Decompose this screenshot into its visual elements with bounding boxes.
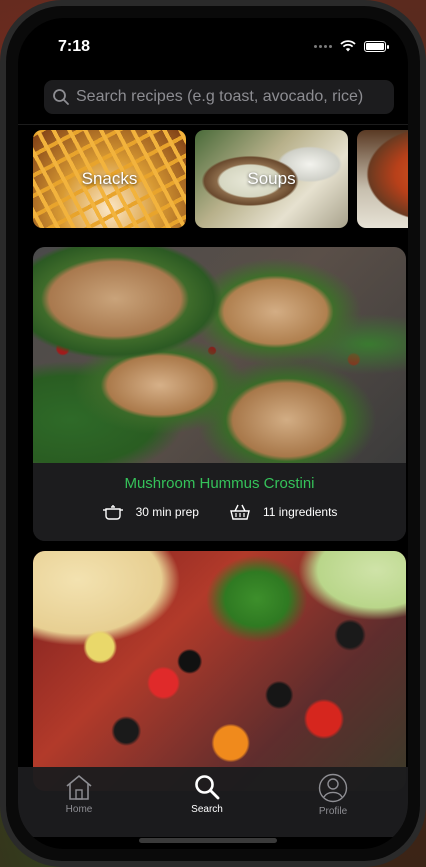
basket-icon bbox=[230, 504, 250, 520]
tab-home-label: Home bbox=[65, 804, 93, 815]
category-card-soups[interactable]: Soups bbox=[195, 130, 348, 228]
tab-search-label: Search bbox=[191, 804, 223, 815]
tab-profile-label: Profile bbox=[318, 806, 348, 817]
recipe-prep-time: 30 min prep bbox=[135, 505, 199, 519]
phone-frame: 7:18 Search recipes (e.g toast, avocado,… bbox=[0, 0, 426, 867]
status-time: 7:18 bbox=[58, 38, 91, 55]
tab-search[interactable]: Search bbox=[167, 773, 247, 815]
phone-bezel: 7:18 Search recipes (e.g toast, avocado,… bbox=[6, 6, 420, 861]
search-icon bbox=[53, 89, 69, 105]
category-card-partial[interactable] bbox=[357, 130, 408, 228]
home-icon bbox=[66, 774, 92, 800]
app-screen: 7:18 Search recipes (e.g toast, avocado,… bbox=[18, 18, 408, 849]
pot-icon bbox=[102, 505, 123, 520]
recipe-image bbox=[33, 551, 406, 791]
tab-home[interactable]: Home bbox=[39, 773, 119, 815]
recipe-image bbox=[33, 247, 406, 463]
category-card-snacks[interactable]: Snacks bbox=[33, 130, 186, 228]
header-divider bbox=[18, 124, 408, 125]
signal-icon bbox=[314, 44, 332, 48]
tab-bar: Home Search Profile bbox=[18, 767, 408, 837]
recipe-meta: 30 min prep 11 ingredients bbox=[33, 503, 406, 521]
home-indicator[interactable] bbox=[139, 838, 277, 843]
search-input[interactable] bbox=[76, 88, 386, 106]
search-icon bbox=[195, 775, 220, 800]
category-carousel[interactable]: Snacks Soups bbox=[33, 130, 408, 228]
category-label: Snacks bbox=[81, 169, 138, 188]
category-label: Soups bbox=[247, 169, 296, 188]
status-bar: 7:18 bbox=[18, 18, 408, 72]
wifi-icon bbox=[340, 40, 356, 52]
recipe-card[interactable] bbox=[33, 551, 406, 791]
search-bar[interactable] bbox=[44, 80, 394, 114]
status-icons bbox=[314, 40, 389, 52]
battery-icon bbox=[364, 40, 389, 52]
profile-icon bbox=[318, 773, 348, 803]
recipe-card[interactable]: Mushroom Hummus Crostini 30 min prep 11 … bbox=[33, 247, 406, 541]
recipe-ingredient-count: 11 ingredients bbox=[262, 505, 338, 519]
tab-profile[interactable]: Profile bbox=[293, 773, 373, 817]
recipe-title: Mushroom Hummus Crostini bbox=[124, 475, 315, 492]
recipe-info: Mushroom Hummus Crostini 30 min prep 11 … bbox=[33, 463, 406, 541]
